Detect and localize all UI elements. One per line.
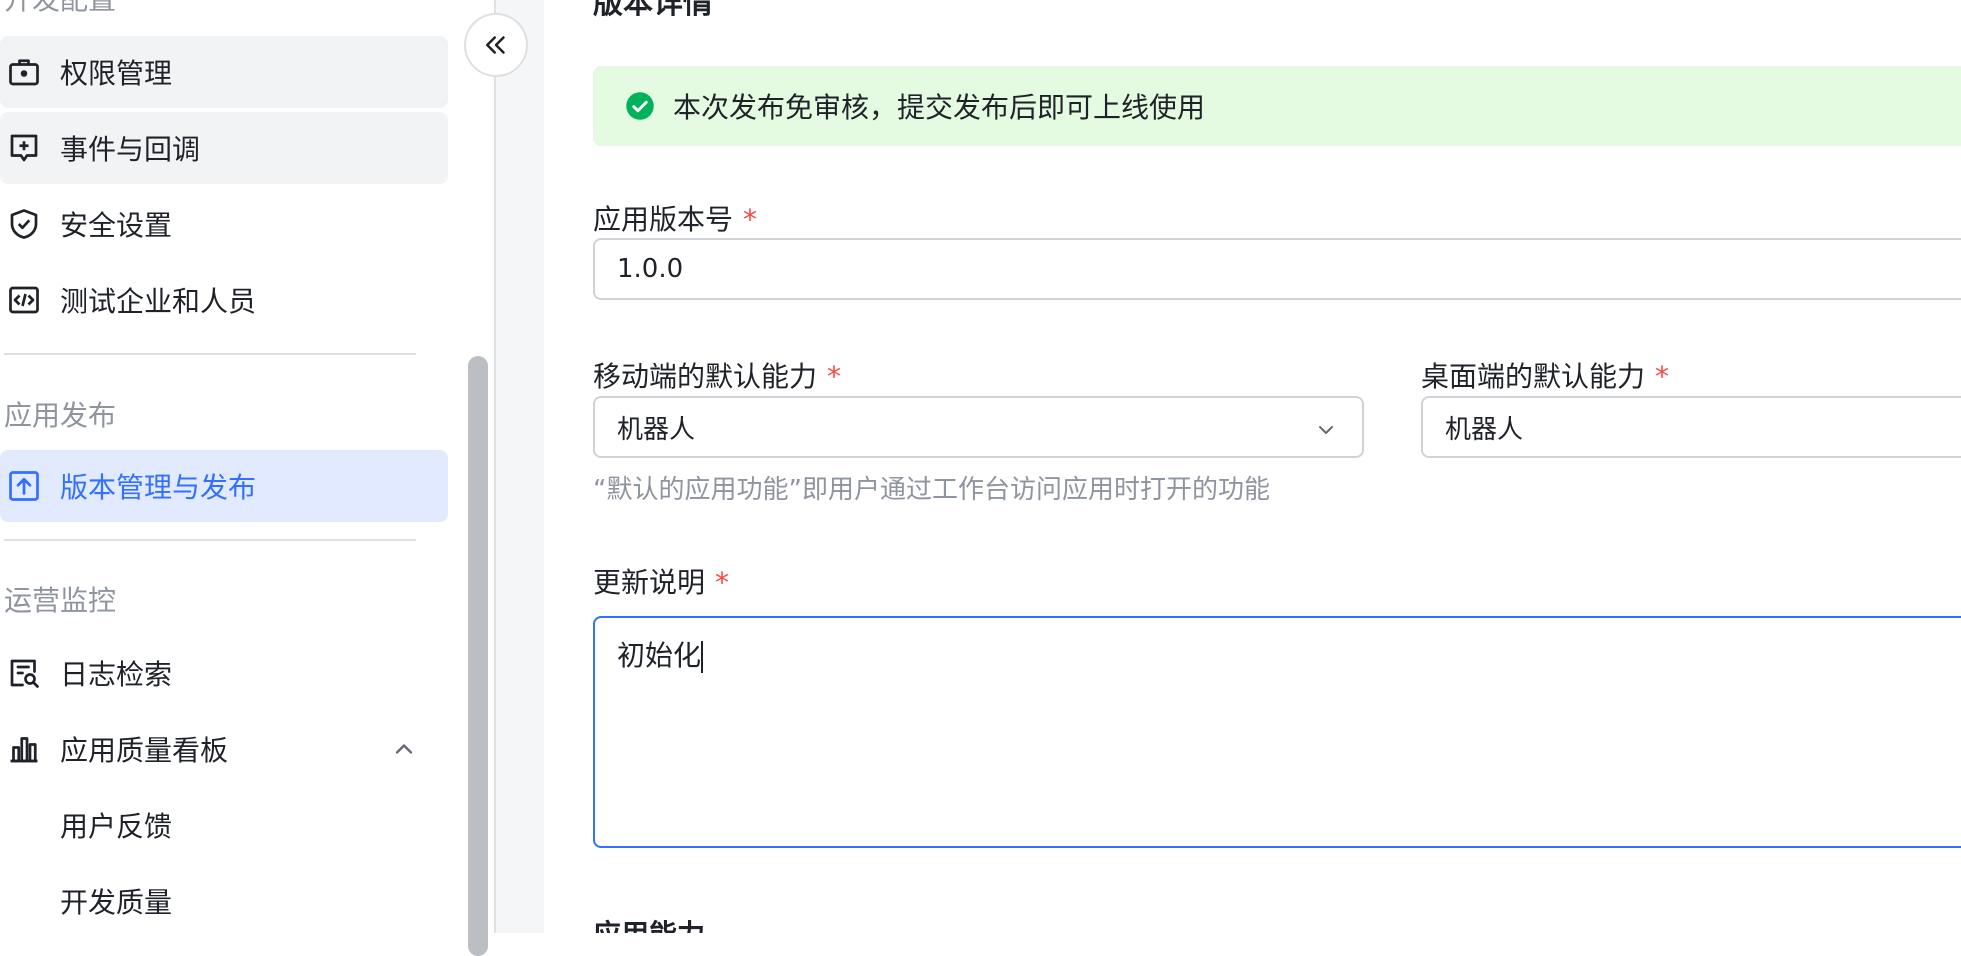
sidebar-item-label: 安全设置: [60, 209, 173, 242]
section-title-app-release: 应用发布: [4, 399, 117, 432]
success-notice: 本次发布免审核，提交发布后即可上线使用: [593, 66, 1961, 146]
code-test-icon: [6, 282, 42, 318]
version-label: 应用版本号 *: [593, 198, 757, 238]
divider: [4, 539, 416, 541]
section-title-dev-config: 开发配置: [4, 0, 116, 18]
required-mark: *: [1655, 360, 1670, 393]
update-notes-textarea[interactable]: 初始化: [593, 616, 1961, 848]
version-input[interactable]: 1.0.0: [593, 238, 1961, 300]
sidebar-item-user-feedback[interactable]: 用户反馈: [0, 789, 448, 861]
main-content: 版本详情 本次发布免审核，提交发布后即可上线使用 应用版本号 * 1.0.0 移动…: [544, 0, 1961, 933]
default-capability-hint: “默认的应用功能”即用户通过工作台访问应用时打开的功能: [593, 475, 1270, 505]
app-capabilities-heading: 应用能力: [593, 913, 705, 933]
sidebar-scrollbar-thumb[interactable]: [468, 356, 488, 956]
desktop-default-label-text: 桌面端的默认能力: [1421, 360, 1646, 393]
sidebar-item-label: 测试企业和人员: [60, 285, 257, 318]
update-notes-label-text: 更新说明: [593, 566, 706, 599]
notice-text: 本次发布免审核，提交发布后即可上线使用: [673, 91, 1206, 124]
briefcase-lock-icon: [6, 54, 42, 90]
desktop-default-select[interactable]: 机器人: [1421, 396, 1961, 458]
sidebar-item-events-callbacks[interactable]: 事件与回调: [0, 112, 448, 184]
sidebar-item-label: 权限管理: [60, 57, 173, 90]
mobile-default-select[interactable]: 机器人: [593, 396, 1364, 458]
desktop-default-label: 桌面端的默认能力 *: [1421, 355, 1669, 395]
required-mark: *: [715, 566, 730, 599]
mobile-default-label-text: 移动端的默认能力: [593, 360, 818, 393]
update-notes-label: 更新说明 *: [593, 561, 729, 601]
text-caret: [701, 641, 704, 673]
page-title: 版本详情: [593, 0, 713, 21]
sidebar-item-security[interactable]: 安全设置: [0, 188, 448, 260]
sidebar-item-label: 事件与回调: [60, 133, 201, 166]
required-mark: *: [827, 360, 842, 393]
sidebar-item-label: 版本管理与发布: [60, 471, 257, 504]
mobile-default-value: 机器人: [617, 414, 696, 445]
chevron-up-icon[interactable]: [390, 735, 418, 763]
sidebar-item-version-release[interactable]: 版本管理与发布: [0, 450, 448, 522]
event-add-icon: [6, 130, 42, 166]
sidebar-item-log-search[interactable]: 日志检索: [0, 637, 448, 709]
update-notes-value: 初始化: [617, 639, 702, 672]
sidebar-item-label: 应用质量看板: [60, 734, 229, 767]
chevron-down-icon: [1319, 426, 1333, 434]
version-label-text: 应用版本号: [593, 203, 734, 236]
sidebar-item-quality-dashboard[interactable]: 应用质量看板: [0, 713, 448, 785]
sidebar-item-label: 开发质量: [60, 886, 173, 919]
mobile-default-label: 移动端的默认能力 *: [593, 355, 841, 395]
upload-version-icon: [6, 468, 42, 504]
sidebar-item-label: 用户反馈: [60, 810, 173, 843]
sidebar-item-permissions[interactable]: 权限管理: [0, 36, 448, 108]
divider: [4, 353, 416, 355]
shield-check-icon: [6, 206, 42, 242]
version-input-value: 1.0.0: [617, 254, 684, 284]
log-search-icon: [6, 655, 42, 691]
panel-gutter: [494, 0, 544, 933]
check-circle-icon: [626, 92, 654, 120]
bar-chart-icon: [6, 731, 42, 767]
sidebar: 开发配置 权限管理 事件与回调 安全设置: [0, 0, 465, 933]
collapse-sidebar-button[interactable]: [464, 13, 528, 77]
sidebar-item-label: 日志检索: [60, 658, 173, 691]
desktop-default-value: 机器人: [1445, 414, 1524, 445]
sidebar-item-test-users[interactable]: 测试企业和人员: [0, 264, 448, 336]
section-title-operations: 运营监控: [4, 584, 117, 617]
sidebar-item-dev-quality[interactable]: 开发质量: [0, 865, 448, 937]
double-chevron-left-icon: [486, 36, 505, 54]
required-mark: *: [743, 203, 758, 236]
